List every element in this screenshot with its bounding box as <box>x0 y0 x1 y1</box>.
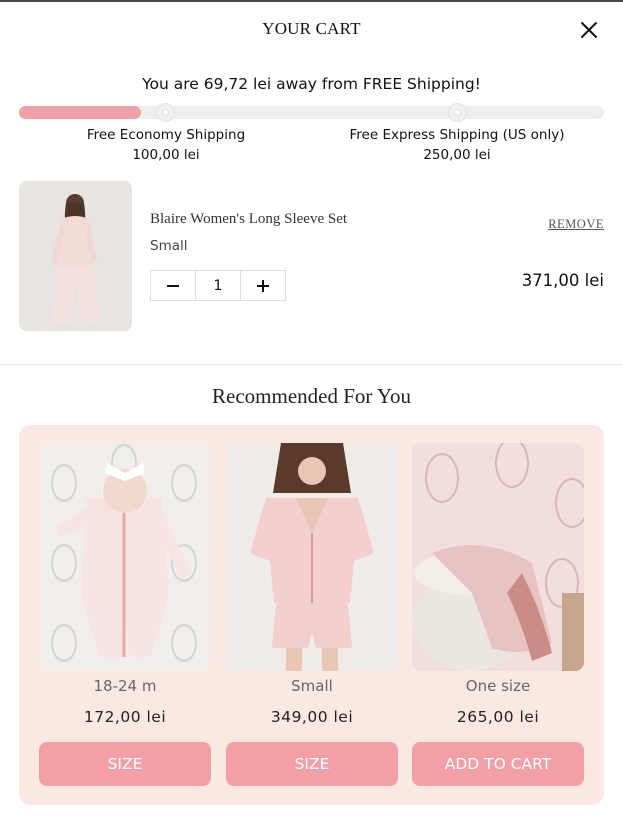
shipping-message: You are 69,72 lei away from FREE Shippin… <box>142 75 481 93</box>
size-button[interactable]: SIZE <box>39 742 211 786</box>
recommendation-card: 18-24 m 172,00 lei SIZE <box>39 443 211 786</box>
recommendation-card: One size 265,00 lei ADD TO CART <box>412 443 584 786</box>
size-button[interactable]: SIZE <box>226 742 398 786</box>
economy-tier-marker <box>156 103 175 122</box>
recommendation-price: 349,00 lei <box>270 708 354 726</box>
decrease-quantity-button[interactable] <box>151 271 195 300</box>
recommendations-title: Recommended For You <box>212 384 411 408</box>
increase-quantity-button[interactable] <box>241 271 285 300</box>
cart-title: YOUR CART <box>262 19 361 38</box>
express-tier-marker <box>448 103 467 122</box>
recommendation-image[interactable] <box>39 443 211 671</box>
recommendations-panel: 18-24 m 172,00 lei SIZE Small 349,00 lei… <box>19 425 604 805</box>
recommendation-image[interactable] <box>226 443 398 671</box>
minus-icon <box>167 284 180 287</box>
recommendation-image[interactable] <box>412 443 584 671</box>
cart-item-name[interactable]: Blaire Women's Long Sleeve Set <box>150 211 347 228</box>
express-tier-threshold: 250,00 lei <box>423 147 491 163</box>
recommendation-variant: Small <box>291 677 333 695</box>
cart-item-variant: Small <box>150 238 188 254</box>
quantity-stepper: 1 <box>150 270 286 301</box>
top-border <box>0 0 623 2</box>
express-tier: Free Express Shipping (US only) 250,00 l… <box>332 125 582 165</box>
express-tier-name: Free Express Shipping (US only) <box>349 127 565 143</box>
plus-icon <box>256 279 269 292</box>
remove-item-button[interactable]: REMOVE <box>548 217 604 232</box>
shipping-progress-bar <box>19 103 604 122</box>
recommendation-variant: 18-24 m <box>93 677 157 695</box>
recommendation-variant: One size <box>465 677 531 695</box>
economy-tier: Free Economy Shipping 100,00 lei <box>56 125 276 165</box>
quantity-value[interactable]: 1 <box>195 271 241 300</box>
recommendation-card: Small 349,00 lei SIZE <box>226 443 398 786</box>
cart-item-image[interactable] <box>19 181 132 331</box>
recommendation-price: 265,00 lei <box>456 708 540 726</box>
section-divider <box>0 364 623 365</box>
shipping-progress-fill <box>19 106 141 119</box>
recommendation-price: 172,00 lei <box>83 708 167 726</box>
add-to-cart-button[interactable]: ADD TO CART <box>412 742 584 786</box>
economy-tier-threshold: 100,00 lei <box>132 147 200 163</box>
close-icon <box>581 22 597 38</box>
close-button[interactable] <box>577 18 601 42</box>
economy-tier-name: Free Economy Shipping <box>86 127 246 143</box>
cart-item-price: 371,00 lei <box>521 271 604 290</box>
